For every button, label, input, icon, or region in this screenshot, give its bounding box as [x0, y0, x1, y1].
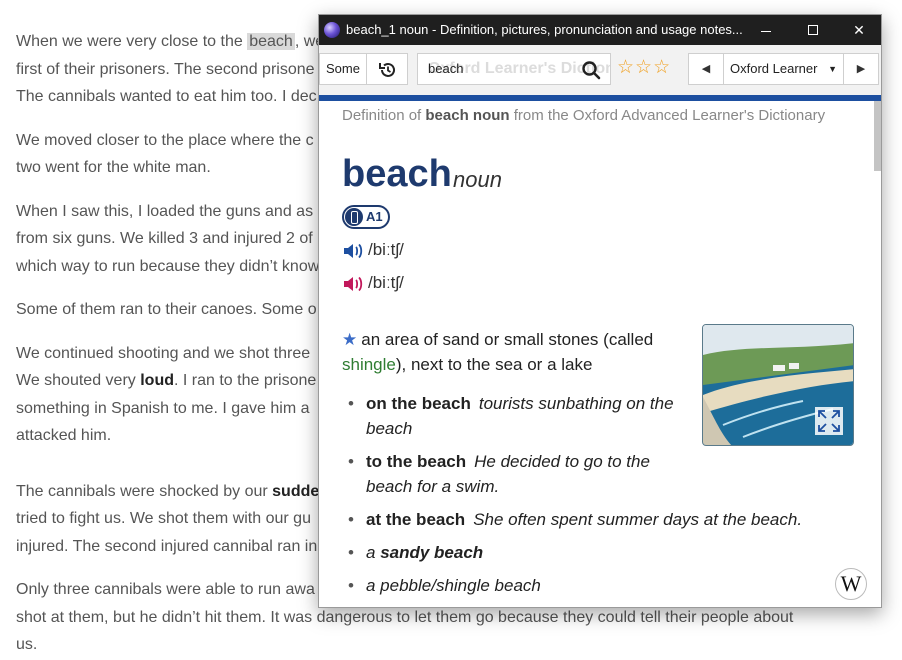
some-button[interactable]: Some — [319, 53, 366, 85]
next-dictionary-button[interactable]: ▶ — [843, 53, 879, 85]
app-icon — [324, 22, 340, 38]
example-item: at the beach She often spent summer days … — [346, 507, 866, 532]
cefr-level: A1 — [366, 209, 383, 224]
history-icon — [379, 62, 395, 77]
cefr-level-badge: A1 — [342, 205, 390, 229]
dictionary-select-label: Oxford Learner — [730, 61, 818, 76]
example-text: a pebble/shingle beach — [366, 576, 541, 595]
entry-content: Definition of beach noun from the Oxford… — [319, 101, 880, 607]
uk-speaker-icon[interactable] — [342, 241, 364, 261]
highlighted-word[interactable]: beach — [247, 33, 295, 50]
history-button[interactable] — [366, 53, 408, 85]
minimize-icon — [761, 30, 771, 32]
previous-dictionary-button[interactable]: ◀ — [688, 53, 724, 85]
search-icon[interactable] — [581, 60, 601, 80]
examples-list: on the beachtourists sunbathing on the b… — [346, 391, 866, 606]
key-icon — [345, 208, 363, 226]
wikipedia-icon[interactable]: W — [835, 568, 867, 600]
example-item: a pebble/shingle beach — [346, 573, 866, 598]
pronunciation-us: /biːtʃ/ — [342, 273, 404, 294]
maximize-icon — [808, 25, 818, 36]
chevron-down-icon: ▼ — [828, 64, 837, 74]
dictionary-popup-window: beach_1 noun - Definition, pictures, pro… — [318, 14, 882, 608]
close-button[interactable]: ✕ — [836, 15, 881, 45]
example-item: a sandy beach — [346, 540, 866, 565]
search-box[interactable]: Oxford Learner's Dictionaries beach — [417, 53, 611, 85]
part-of-speech: noun — [453, 167, 502, 192]
definition: ★ an area of sand or small stones (called… — [342, 330, 654, 374]
collocation: at the beach — [366, 510, 466, 529]
window-title: beach_1 noun - Definition, pictures, pro… — [346, 22, 743, 37]
us-speaker-icon[interactable] — [342, 274, 364, 294]
cross-reference-link[interactable]: shingle — [342, 355, 396, 374]
pronunciation-uk: /biːtʃ/ — [342, 240, 404, 261]
collocation: to the beach — [366, 452, 467, 471]
example-text: She often spent summer days at the beach… — [473, 510, 803, 529]
collocation: on the beach — [366, 394, 471, 413]
entry-subtitle: Definition of beach noun from the Oxford… — [342, 107, 826, 124]
example-prefix: a — [366, 543, 381, 562]
toolbar: Some Oxford Learner's Dictionaries beach… — [319, 45, 881, 95]
headword: beach — [342, 153, 452, 195]
dictionary-select[interactable]: Oxford Learner ▼ — [723, 53, 844, 85]
example-item: on the beachtourists sunbathing on the b… — [346, 391, 696, 441]
search-input[interactable]: beach — [428, 61, 463, 76]
example-item: to the beachHe decided to go to the beac… — [346, 449, 696, 499]
star-icon: ★ — [342, 330, 358, 349]
maximize-button[interactable] — [790, 15, 836, 45]
minimize-button[interactable] — [743, 15, 789, 45]
rating-stars[interactable]: ☆☆☆ — [617, 58, 671, 77]
example-bold: sandy beach — [380, 543, 484, 562]
title-bar[interactable]: beach_1 noun - Definition, pictures, pro… — [319, 15, 881, 45]
